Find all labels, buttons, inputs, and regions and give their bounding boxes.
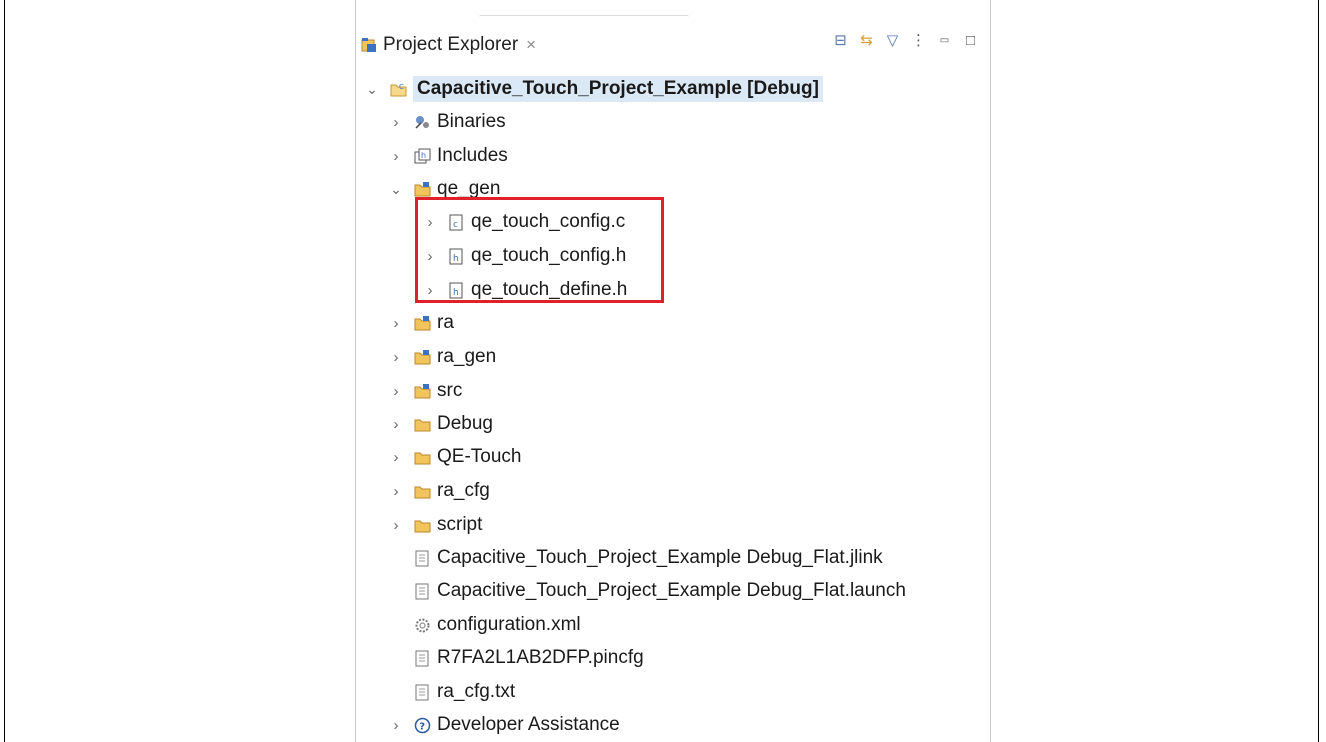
chevron-right-icon[interactable]: › (388, 349, 404, 366)
tree-item-ra-cfg-txt[interactable]: ra_cfg.txt (414, 677, 515, 707)
c-file-icon: c (448, 214, 465, 231)
svg-text:c: c (453, 220, 458, 230)
item-label: Developer Assistance (437, 714, 620, 735)
text-file-icon (414, 650, 431, 667)
chevron-right-icon[interactable]: › (388, 315, 404, 332)
source-folder-icon (414, 315, 431, 332)
h-file-icon: h (448, 248, 465, 265)
source-folder-icon (414, 383, 431, 400)
tree-item-qe-touch-config-c[interactable]: › c qe_touch_config.c (422, 207, 626, 237)
chevron-right-icon[interactable]: › (388, 416, 404, 433)
window-edge (479, 15, 689, 20)
item-label: ra_cfg (437, 480, 490, 501)
item-label: qe_gen (437, 178, 501, 199)
item-label: Binaries (437, 111, 506, 132)
tree-item-ra-cfg[interactable]: › ra_cfg (388, 476, 490, 506)
chevron-right-icon[interactable]: › (388, 148, 404, 165)
source-folder-icon (414, 349, 431, 366)
svg-text:h: h (421, 151, 426, 160)
svg-text:?: ? (419, 721, 425, 732)
tree-item-project[interactable]: ⌄ C Capacitive_Touch_Project_Example [De… (364, 74, 823, 104)
text-file-icon (414, 684, 431, 701)
folder-icon (414, 483, 431, 500)
tree-item-debug[interactable]: › Debug (388, 409, 494, 439)
item-label: Includes (437, 145, 508, 166)
text-file-icon (414, 583, 431, 600)
folder-icon (414, 517, 431, 534)
chevron-down-icon[interactable]: ⌄ (364, 81, 380, 98)
tree-item-src[interactable]: › src (388, 376, 463, 406)
minimize-icon[interactable]: ▭ (937, 32, 952, 48)
item-label: ra_cfg.txt (437, 681, 516, 702)
text-file-icon (414, 550, 431, 567)
tree-item-jlink[interactable]: Capacitive_Touch_Project_Example Debug_F… (414, 543, 883, 573)
item-label: Debug (437, 413, 493, 434)
view-tab-bar: Project Explorer × ⊟ ⇆ ▽ ⋮ ▭ □ (356, 24, 990, 64)
item-label: configuration.xml (437, 614, 581, 635)
link-with-editor-icon[interactable]: ⇆ (859, 32, 874, 49)
tab-title: Project Explorer (383, 34, 519, 55)
tree-item-qe-touch-define-h[interactable]: › h qe_touch_define.h (422, 275, 628, 305)
svg-text:h: h (453, 254, 459, 264)
item-label: R7FA2L1AB2DFP.pincfg (437, 647, 644, 668)
collapse-all-icon[interactable]: ⊟ (833, 32, 848, 49)
view-menu-icon[interactable]: ⋮ (911, 32, 926, 49)
item-label: script (437, 514, 483, 535)
item-label: QE-Touch (437, 446, 522, 467)
item-label: Capacitive_Touch_Project_Example Debug_F… (437, 580, 906, 601)
binaries-icon (414, 114, 431, 131)
svg-text:C: C (399, 83, 404, 91)
view-toolbar: ⊟ ⇆ ▽ ⋮ ▭ □ (833, 32, 978, 50)
tree-item-configuration-xml[interactable]: configuration.xml (414, 610, 581, 640)
tree-item-pincfg[interactable]: R7FA2L1AB2DFP.pincfg (414, 643, 644, 673)
chevron-right-icon[interactable]: › (388, 449, 404, 466)
item-label: qe_touch_define.h (471, 279, 628, 300)
item-label: qe_touch_config.c (471, 211, 626, 232)
tree-item-developer-assistance[interactable]: › ? Developer Assistance (388, 710, 620, 740)
item-label: src (437, 380, 463, 401)
help-icon: ? (414, 717, 431, 734)
folder-icon (414, 416, 431, 433)
tree-item-qe-touch[interactable]: › QE-Touch (388, 442, 522, 472)
item-label: qe_touch_config.h (471, 245, 627, 266)
h-file-icon: h (448, 282, 465, 299)
maximize-icon[interactable]: □ (963, 32, 978, 49)
project-explorer-panel: Project Explorer × ⊟ ⇆ ▽ ⋮ ▭ □ ⌄ C Capac… (355, 0, 991, 742)
tab-project-explorer[interactable]: Project Explorer × (361, 30, 536, 60)
chevron-right-icon[interactable]: › (388, 483, 404, 500)
project-explorer-icon (361, 37, 377, 53)
includes-icon: h (414, 148, 431, 165)
chevron-right-icon[interactable]: › (422, 248, 438, 265)
source-folder-icon (414, 181, 431, 198)
tree-item-qe-touch-config-h[interactable]: › h qe_touch_config.h (422, 241, 627, 271)
tree-item-qe-gen[interactable]: ⌄ qe_gen (388, 174, 500, 204)
tree-item-launch[interactable]: Capacitive_Touch_Project_Example Debug_F… (414, 576, 906, 606)
chevron-right-icon[interactable]: › (422, 282, 438, 299)
item-label: ra_gen (437, 346, 497, 367)
chevron-down-icon[interactable]: ⌄ (388, 181, 404, 198)
filter-icon[interactable]: ▽ (885, 32, 900, 49)
chevron-right-icon[interactable]: › (388, 383, 404, 400)
project-name: Capacitive_Touch_Project_Example [Debug] (413, 76, 823, 102)
folder-icon (414, 449, 431, 466)
tree-item-ra-gen[interactable]: › ra_gen (388, 342, 497, 372)
tree-item-ra[interactable]: › ra (388, 308, 454, 338)
tree-item-includes[interactable]: › h Includes (388, 141, 508, 171)
chevron-right-icon[interactable]: › (388, 717, 404, 734)
tree-item-binaries[interactable]: › Binaries (388, 107, 506, 137)
gear-file-icon (414, 617, 431, 634)
tree-item-script[interactable]: › script (388, 510, 483, 540)
item-label: Capacitive_Touch_Project_Example Debug_F… (437, 547, 883, 568)
close-icon[interactable]: × (526, 35, 536, 55)
svg-text:h: h (453, 288, 459, 298)
chevron-right-icon[interactable]: › (422, 214, 438, 231)
c-project-icon: C (390, 81, 407, 98)
chevron-right-icon[interactable]: › (388, 114, 404, 131)
item-label: ra (437, 312, 454, 333)
chevron-right-icon[interactable]: › (388, 517, 404, 534)
